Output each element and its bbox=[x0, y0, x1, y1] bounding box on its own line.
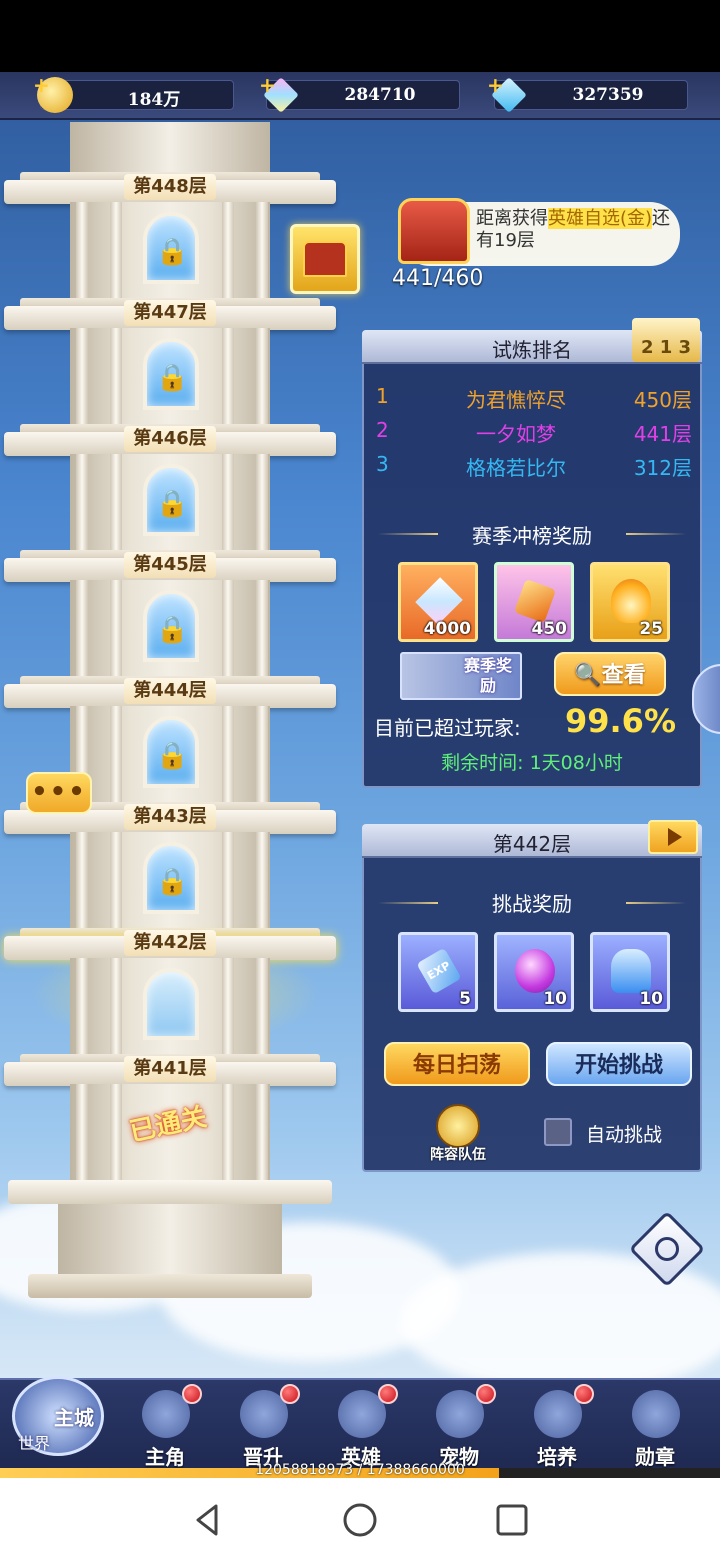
add-gold-icon[interactable]: + bbox=[33, 73, 50, 97]
flame-essence-icon bbox=[611, 579, 651, 623]
floor-label: 第444层 bbox=[124, 678, 216, 704]
floor-label: 第441层 bbox=[124, 1056, 216, 1082]
podium-icon[interactable]: 2 1 3 bbox=[632, 318, 700, 362]
add-diamond-icon[interactable]: + bbox=[487, 73, 504, 97]
exp-text: 12058818973 / 17388660000 bbox=[255, 1462, 465, 1478]
season-badge-label: 赛季奖励 bbox=[463, 656, 512, 695]
exceed-label: 目前已超过玩家: bbox=[374, 716, 521, 740]
lock-icon: 🔒 bbox=[156, 363, 189, 393]
tower-floor[interactable]: 🔒 第445层 bbox=[0, 550, 340, 676]
milestone-text: 距离获得英雄自选(金)还有19层 bbox=[476, 208, 671, 251]
trial-tower: 🔒 第448层 🔒 第447层 🔒 第446层 🔒 第445层 🔒 第444层 … bbox=[0, 122, 350, 1372]
milestone-reward-name: 英雄自选(金) bbox=[548, 208, 653, 229]
daily-sweep-button[interactable]: 每日扫荡 bbox=[384, 1042, 530, 1086]
challenge-reward-title: 挑战奖励 bbox=[492, 892, 572, 916]
status-bar bbox=[0, 0, 720, 72]
challenge-reward-item[interactable]: 10 bbox=[590, 932, 670, 1012]
tower-top bbox=[70, 122, 270, 172]
auto-challenge-label: 自动挑战 bbox=[586, 1124, 663, 1146]
remaining-time: 剩余时间: 1天08小时 bbox=[441, 752, 623, 774]
challenge-reward-item[interactable]: EXP 5 bbox=[398, 932, 478, 1012]
floor-label: 第447层 bbox=[124, 300, 216, 326]
eye-icon bbox=[655, 1237, 679, 1261]
crystal-counter[interactable]: + 284710 bbox=[259, 73, 460, 113]
milestone-reward-tip: 距离获得英雄自选(金)还有19层 bbox=[398, 198, 680, 266]
back-icon[interactable] bbox=[188, 1500, 228, 1540]
season-reward-title: 赛季冲榜奖励 bbox=[472, 524, 592, 548]
red-chest-icon bbox=[398, 198, 470, 264]
main-city-button[interactable]: 主城 世界 bbox=[8, 1356, 112, 1466]
diamond-counter[interactable]: + 327359 bbox=[487, 73, 688, 113]
tower-floor[interactable]: 🔒 第448层 bbox=[0, 172, 340, 298]
rainbow-diamond-icon bbox=[415, 577, 463, 625]
floor-label: 第446层 bbox=[124, 426, 216, 452]
challenge-header: 第442层 bbox=[362, 820, 702, 858]
ellipsis-icon: ••• bbox=[31, 777, 87, 807]
tower-floor[interactable]: 🔒 第447层 bbox=[0, 298, 340, 424]
lineup-button[interactable]: 阵容队伍 bbox=[426, 1104, 490, 1164]
medal-icon bbox=[632, 1390, 680, 1438]
notification-dot bbox=[378, 1384, 398, 1404]
gold-value: 184万 bbox=[127, 90, 181, 110]
season-reward-item[interactable]: 450 bbox=[494, 562, 574, 642]
add-crystal-icon[interactable]: + bbox=[259, 73, 276, 97]
lock-icon: 🔒 bbox=[156, 741, 189, 771]
start-challenge-button[interactable]: 开始挑战 bbox=[546, 1042, 692, 1086]
notification-dot bbox=[476, 1384, 496, 1404]
diamond-value: 327359 bbox=[572, 85, 644, 105]
floor-label: 第448层 bbox=[124, 174, 216, 200]
season-reward-banner[interactable]: 赛季奖励 bbox=[400, 652, 522, 700]
lock-icon: 🔒 bbox=[156, 615, 189, 645]
tower-base bbox=[8, 1180, 332, 1300]
home-icon[interactable] bbox=[340, 1500, 380, 1540]
purple-orb-icon bbox=[515, 949, 555, 993]
exp-crystal-icon: EXP bbox=[416, 947, 462, 995]
auto-challenge-checkbox[interactable] bbox=[544, 1118, 572, 1146]
lineup-star-icon bbox=[436, 1104, 480, 1148]
crystal-value: 284710 bbox=[344, 85, 416, 105]
ranking-header: 试炼排名 2 1 3 bbox=[362, 318, 702, 364]
ranking-row[interactable]: 3 格格若比尔 312层 bbox=[376, 452, 692, 482]
notification-dot bbox=[574, 1384, 594, 1404]
world-label: 世界 bbox=[18, 1434, 51, 1453]
floor-label: 第445层 bbox=[124, 552, 216, 578]
exceed-value: 99.6% bbox=[564, 702, 676, 740]
lock-icon: 🔒 bbox=[156, 237, 189, 267]
tower-floor[interactable]: 🔒 第446层 bbox=[0, 424, 340, 550]
floor-progress: 441/460 bbox=[392, 266, 484, 291]
lock-icon: 🔒 bbox=[156, 867, 189, 897]
challenge-panel: 第442层 挑战奖励 EXP 5 10 10 每日扫荡 开始挑战 阵容队伍 自动… bbox=[362, 820, 702, 1172]
notification-dot bbox=[182, 1384, 202, 1404]
gold-counter[interactable]: + 184万 bbox=[33, 73, 234, 113]
chat-bubble-button[interactable]: ••• bbox=[26, 772, 92, 814]
tower-floor[interactable]: 🔒 第443层 bbox=[0, 802, 340, 928]
floor-door bbox=[143, 968, 199, 1040]
recents-icon[interactable] bbox=[492, 1500, 532, 1540]
notification-dot bbox=[280, 1384, 300, 1404]
replay-video-icon[interactable] bbox=[648, 820, 698, 854]
tower-floor-current[interactable]: 第442层 bbox=[0, 928, 340, 1054]
amber-crystal-icon bbox=[513, 578, 557, 624]
view-button[interactable]: 🔍查看 bbox=[554, 652, 666, 696]
floor-label: 第442层 bbox=[124, 930, 216, 956]
challenge-reward-item[interactable]: 10 bbox=[494, 932, 574, 1012]
season-reward-item[interactable]: 4000 bbox=[398, 562, 478, 642]
milestone-chest-button[interactable] bbox=[290, 224, 360, 294]
resource-bar: + 184万 + 284710 + 327359 bbox=[0, 72, 720, 120]
season-reward-item[interactable]: 25 bbox=[590, 562, 670, 642]
main-city-label: 主城 bbox=[54, 1406, 94, 1430]
ranking-panel: 试炼排名 2 1 3 1 为君憔悴尽 450层 2 一夕如梦 441层 3 格格… bbox=[362, 318, 702, 788]
blue-potion-icon bbox=[611, 949, 651, 993]
lock-icon: 🔒 bbox=[156, 489, 189, 519]
game-screen: + 184万 + 284710 + 327359 🔒 第448层 � bbox=[0, 72, 720, 1478]
tower-floor-cleared[interactable]: 第441层 已通关 bbox=[0, 1054, 340, 1180]
search-icon: 🔍 bbox=[574, 663, 602, 688]
floor-label: 第443层 bbox=[124, 804, 216, 830]
ranking-row[interactable]: 1 为君憔悴尽 450层 bbox=[376, 384, 692, 414]
ranking-row[interactable]: 2 一夕如梦 441层 bbox=[376, 418, 692, 448]
system-navigation-bar bbox=[0, 1478, 720, 1560]
treasure-chest-icon bbox=[303, 241, 347, 277]
lineup-label: 阵容队伍 bbox=[430, 1147, 486, 1163]
